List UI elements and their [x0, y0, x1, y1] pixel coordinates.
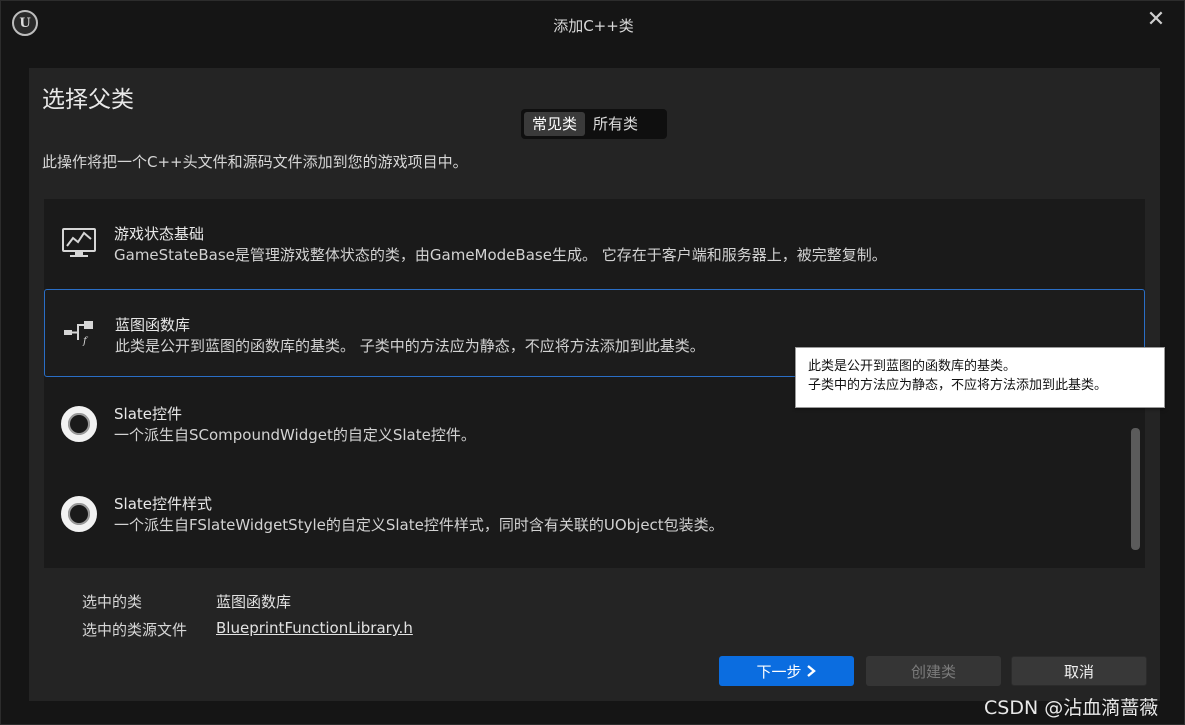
class-item-description: 此类是公开到蓝图的函数库的基类。 子类中的方法应为静态，不应将方法添加到此基类。 — [115, 337, 705, 355]
function-library-icon: f — [64, 321, 93, 347]
add-cpp-class-window: U 添加C++类 ✕ 选择父类 常见类 所有类 此操作将把一个C++头文件和源码… — [0, 0, 1185, 725]
source-file-link[interactable]: BlueprintFunctionLibrary.h — [216, 619, 413, 637]
next-button-label: 下一步 — [756, 662, 802, 681]
class-item-description: 一个派生自FSlateWidgetStyle的自定义Slate控件样式，同时含有… — [114, 516, 724, 534]
svg-text:f: f — [82, 336, 89, 347]
tooltip-line: 此类是公开到蓝图的函数库的基类。 — [808, 359, 1017, 374]
source-file-label: 选中的类源文件 — [82, 621, 188, 639]
class-item-description: 一个派生自SCompoundWidget的自定义Slate控件。 — [114, 426, 476, 444]
class-item-description: GameStateBase是管理游戏整体状态的类，由GameModeBase生成… — [114, 246, 887, 264]
class-tooltip: 此类是公开到蓝图的函数库的基类。 子类中的方法应为静态，不应将方法添加到此基类。 — [795, 347, 1165, 408]
close-button[interactable]: ✕ — [1143, 7, 1169, 33]
slate-widget-ring-icon — [61, 406, 97, 442]
class-item-name: 蓝图函数库 — [115, 316, 191, 334]
tab-common-classes[interactable]: 常见类 — [524, 112, 586, 136]
tab-all-classes[interactable]: 所有类 — [585, 112, 646, 136]
chevron-right-icon — [806, 665, 816, 677]
class-filter-tabs: 常见类 所有类 — [521, 109, 667, 139]
create-class-button[interactable]: 创建类 — [866, 656, 1001, 686]
gamestate-monitor-icon — [62, 228, 96, 257]
class-item-name: Slate控件样式 — [114, 495, 212, 513]
slate-widget-ring-icon — [61, 496, 97, 532]
page-title: 选择父类 — [42, 87, 134, 113]
cancel-button[interactable]: 取消 — [1011, 656, 1147, 686]
dialog-description: 此操作将把一个C++头文件和源码文件添加到您的游戏项目中。 — [42, 153, 468, 171]
list-scrollbar[interactable] — [1131, 428, 1140, 550]
selected-class-label: 选中的类 — [82, 593, 143, 611]
class-item-gamestatebase[interactable]: 游戏状态基础 GameStateBase是管理游戏整体状态的类，由GameMod… — [44, 199, 1145, 287]
class-item-name: Slate控件 — [114, 405, 182, 423]
tooltip-line: 子类中的方法应为静态，不应将方法添加到此基类。 — [808, 378, 1108, 393]
class-item-name: 游戏状态基础 — [114, 225, 205, 243]
next-button[interactable]: 下一步 — [719, 656, 854, 686]
watermark-text: CSDN @沾血滴蔷薇 — [984, 697, 1159, 719]
title-bar: U 添加C++类 ✕ — [1, 1, 1185, 49]
selected-class-value: 蓝图函数库 — [216, 593, 292, 611]
window-title: 添加C++类 — [553, 17, 634, 35]
class-item-slate-widget-style[interactable]: Slate控件样式 一个派生自FSlateWidgetStyle的自定义Slat… — [44, 469, 1145, 557]
